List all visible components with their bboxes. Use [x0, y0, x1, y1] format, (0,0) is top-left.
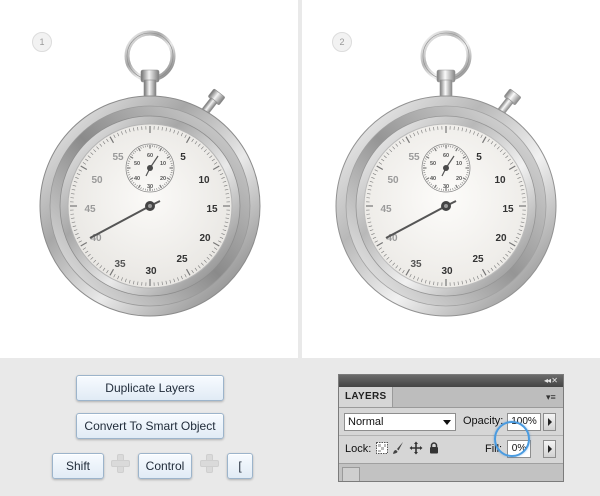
lock-icon[interactable] [427, 441, 441, 455]
inner-dial-label: 10 [160, 161, 166, 167]
inner-dial-label: 20 [456, 176, 462, 182]
dial-number: 25 [472, 254, 484, 265]
inner-dial-label: 30 [147, 184, 153, 190]
inner-dial-label: 50 [134, 161, 140, 167]
lock-transparent-pixels-icon[interactable] [375, 441, 389, 455]
stopwatch-illustration: 60 10 50 20 40 30 55 5 50 10 45 15 40 20… [39, 30, 261, 317]
visibility-toggle[interactable] [342, 467, 360, 481]
convert-to-smart-object-button[interactable]: Convert To Smart Object [76, 413, 224, 439]
inner-dial-label: 60 [147, 153, 153, 159]
bracket-key[interactable]: [ [227, 453, 253, 479]
layers-panel: ◂◂ ✕ LAYERS ▾≡ Normal Opacity: 100% Lock… [338, 374, 564, 482]
plus-icon [200, 454, 219, 473]
dial-number: 50 [91, 175, 103, 186]
dial-number: 15 [206, 204, 218, 215]
dial-number: 45 [84, 204, 96, 215]
control-key[interactable]: Control [138, 453, 192, 479]
dial-number: 10 [494, 175, 506, 186]
dial-number: 30 [441, 266, 453, 277]
plus-icon [111, 454, 130, 473]
brush-icon[interactable] [391, 441, 405, 455]
dial-number: 20 [199, 233, 211, 244]
blend-mode-value: Normal [348, 416, 384, 428]
panel-tab-row: LAYERS ▾≡ [339, 387, 563, 408]
panel-title-bar: ◂◂ ✕ [339, 375, 563, 387]
dial-number: 25 [176, 254, 188, 265]
lock-label: Lock: [345, 443, 372, 455]
fill-slider-arrow[interactable] [543, 440, 556, 458]
chevron-down-icon [443, 420, 451, 425]
inner-dial-label: 30 [443, 184, 449, 190]
dial-number: 55 [112, 152, 124, 163]
opacity-label: Opacity: [463, 415, 504, 427]
inner-dial-label: 40 [430, 176, 436, 182]
dial-number: 50 [387, 175, 399, 186]
tab-layers[interactable]: LAYERS [339, 387, 394, 407]
stopwatch-illustration: 60 10 50 20 40 30 55 5 50 10 45 15 40 20… [335, 30, 557, 317]
dial-number: 55 [408, 152, 420, 163]
double-chevron-icon[interactable]: ◂◂ ✕ [544, 375, 558, 387]
move-icon[interactable] [409, 441, 423, 455]
blend-mode-select[interactable]: Normal [344, 413, 456, 431]
dial-number: 30 [145, 266, 157, 277]
step-2-panel: 2 60 10 50 20 40 30 55 5 50 10 45 15 40 … [302, 0, 600, 358]
inner-dial-label: 40 [134, 176, 140, 182]
duplicate-layers-button[interactable]: Duplicate Layers [76, 375, 224, 401]
layer-row [339, 463, 563, 481]
dial-number: 20 [495, 233, 507, 244]
dial-number: 5 [476, 152, 482, 163]
dial-number: 15 [502, 204, 514, 215]
shift-key[interactable]: Shift [52, 453, 104, 479]
fill-highlight-circle [494, 421, 530, 457]
inner-dial-label: 20 [160, 176, 166, 182]
dial-number: 35 [114, 259, 126, 270]
opacity-slider-arrow[interactable] [543, 413, 556, 431]
panel-menu-icon[interactable]: ▾≡ [546, 392, 558, 402]
dial-number: 5 [180, 152, 186, 163]
step-1-panel: 1 60 10 50 20 40 30 55 5 50 10 45 15 40 … [0, 0, 298, 358]
inner-dial-label: 60 [443, 153, 449, 159]
inner-dial-label: 10 [456, 161, 462, 167]
dial-number: 45 [380, 204, 392, 215]
dial-number: 35 [410, 259, 422, 270]
dial-number: 10 [198, 175, 210, 186]
inner-dial-label: 50 [430, 161, 436, 167]
